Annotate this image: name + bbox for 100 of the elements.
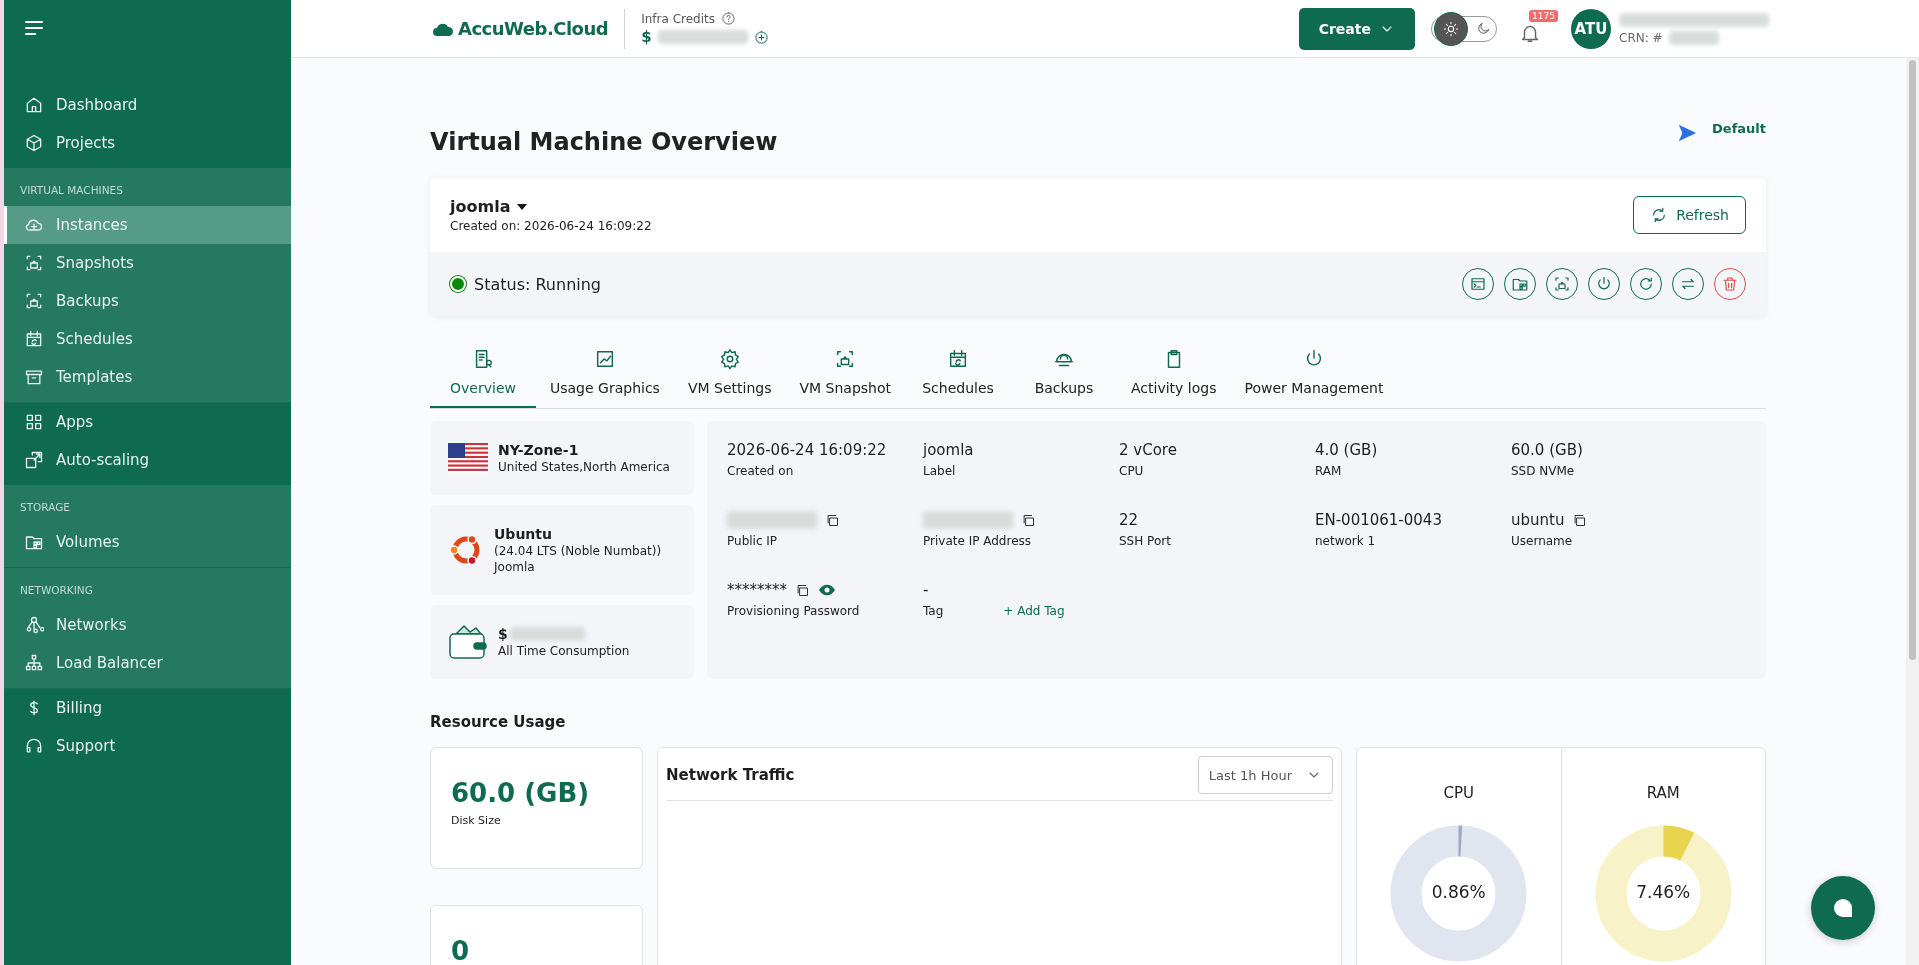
sidebar-item[interactable]: Load Balancer <box>4 644 291 682</box>
calendar-sync-icon <box>947 348 969 370</box>
headset-icon <box>24 736 44 756</box>
create-button[interactable]: Create <box>1298 7 1415 50</box>
gauge-title: RAM <box>1646 784 1680 802</box>
credits-label: Infra Credits <box>641 11 715 26</box>
scrollbar-thumb[interactable] <box>1909 60 1916 660</box>
detail-label: Provisioning Password <box>727 604 860 618</box>
status-text: Status: Running <box>474 274 602 294</box>
wallet-icon <box>448 624 488 660</box>
network-icon <box>24 615 44 635</box>
detail-value: ******** <box>727 581 787 599</box>
crn-label: CRN: # <box>1619 30 1663 45</box>
logo[interactable]: AccuWeb.Cloud <box>458 18 609 39</box>
tab[interactable]: Backups <box>1011 348 1117 408</box>
copy-icon <box>1572 512 1588 528</box>
detail-label: RAM <box>1315 464 1342 478</box>
gauge-reading: 7.46% <box>1635 882 1692 902</box>
detail-value: - <box>923 581 929 599</box>
flag-icon <box>448 443 488 473</box>
sidebar-item[interactable]: Volumes <box>4 523 291 561</box>
stat-label: Disk Size <box>451 814 502 827</box>
sidebar-item[interactable]: Apps <box>4 403 291 441</box>
detail-label: Private IP Address <box>923 534 1032 548</box>
tab[interactable]: VM Settings <box>673 348 786 408</box>
tab[interactable]: Power Management <box>1230 348 1398 408</box>
section-heading: STORAGE <box>19 500 71 515</box>
tab[interactable]: Overview <box>430 348 536 408</box>
instance-name[interactable]: joomla <box>450 197 511 216</box>
camera-frame-icon <box>24 253 44 273</box>
sun-icon <box>1443 20 1459 37</box>
sidebar-item[interactable]: Auto-scaling <box>4 441 291 479</box>
gauge-title: CPU <box>1443 784 1474 802</box>
copy-icon <box>795 582 810 598</box>
consumption-label: All Time Consumption <box>498 644 630 658</box>
moon-icon <box>1475 21 1491 36</box>
rotate-icon <box>1637 275 1655 293</box>
notification-badge: 1175 <box>1529 9 1558 22</box>
sidebar-item[interactable]: Billing <box>4 689 291 727</box>
detail-value: 4.0 (GB) <box>1315 441 1378 459</box>
refresh-button[interactable]: Refresh <box>1633 196 1746 234</box>
detail-label: Created on <box>727 464 794 478</box>
tab[interactable]: Activity logs <box>1117 348 1231 408</box>
sidebar-item[interactable]: Dashboard <box>4 86 291 124</box>
section-heading: NETWORKING <box>19 583 94 598</box>
detail-label: SSH Port <box>1119 534 1171 548</box>
detail-label: Label <box>923 464 956 478</box>
redacted-crn <box>1668 30 1719 45</box>
tab[interactable]: VM Snapshot <box>785 348 905 408</box>
detail-label: Tag <box>923 604 944 618</box>
avatar[interactable]: ATU <box>1571 8 1611 49</box>
view-selector[interactable]: Default <box>1676 122 1766 144</box>
credits-currency: $ <box>641 28 652 46</box>
copy-button[interactable] <box>1021 512 1036 528</box>
detail-value: joomla <box>923 441 974 459</box>
trash-icon <box>1721 275 1739 293</box>
sidebar-item[interactable]: Snapshots <box>4 244 291 282</box>
scrollbar[interactable] <box>1906 58 1919 965</box>
detail-value: 60.0 (GB) <box>1511 441 1583 459</box>
detail-label: CPU <box>1119 464 1144 478</box>
tab[interactable]: Schedules <box>905 348 1011 408</box>
detail-value: ubuntu <box>1511 511 1565 529</box>
os-version: (24.04 LTS (Noble Numbat)) <box>494 544 662 558</box>
region-name: United States,North America <box>498 460 670 474</box>
gear-icon <box>718 348 741 370</box>
hierarchy-icon <box>24 653 44 673</box>
chat-bubble-icon <box>1832 898 1854 918</box>
currency-sign: $ <box>498 626 508 642</box>
menu-button[interactable] <box>24 20 44 36</box>
camera-frame-icon <box>1553 275 1571 293</box>
gauge-reading: 0.86% <box>1430 882 1487 902</box>
cube-icon <box>24 133 44 153</box>
house-icon <box>24 95 44 115</box>
section-heading: Resource Usage <box>430 713 567 731</box>
add-tag-link[interactable]: + Add Tag <box>1003 604 1065 618</box>
detail-label: Username <box>1511 534 1573 548</box>
detail-label: Public IP <box>727 534 778 548</box>
copy-button[interactable] <box>825 512 840 528</box>
sidebar-item[interactable]: Templates <box>4 358 291 396</box>
detail-value: 2026-06-24 16:09:22 <box>727 441 887 459</box>
sidebar-item[interactable]: Schedules <box>4 320 291 358</box>
sidebar-item[interactable]: Projects <box>4 124 291 162</box>
created-date: Created on: 2026-06-24 16:09:22 <box>450 219 652 233</box>
detail-value: 22 <box>1119 511 1139 529</box>
stat-value: 60.0 (GB) <box>451 778 591 808</box>
eye-icon[interactable] <box>818 583 836 597</box>
page-title: Virtual Machine Overview <box>430 128 778 156</box>
caret-icon[interactable] <box>516 202 529 211</box>
chat-button[interactable] <box>1811 876 1875 940</box>
sidebar-item[interactable]: Support <box>4 727 291 765</box>
sidebar-item[interactable]: Backups <box>4 282 291 320</box>
copy-icon <box>1021 512 1036 528</box>
tab[interactable]: Usage Graphics <box>536 348 674 408</box>
zone-name: NY-Zone-1 <box>498 442 580 458</box>
camera-frame-icon <box>24 291 44 311</box>
detail-value: EN-001061-0043 <box>1315 511 1442 529</box>
chart-title: Network Traffic <box>666 766 795 784</box>
detail-label: network 1 <box>1315 534 1376 548</box>
sidebar-item[interactable]: Networks <box>4 606 291 644</box>
range-dropdown[interactable]: Last 1h Hour <box>1197 756 1333 794</box>
